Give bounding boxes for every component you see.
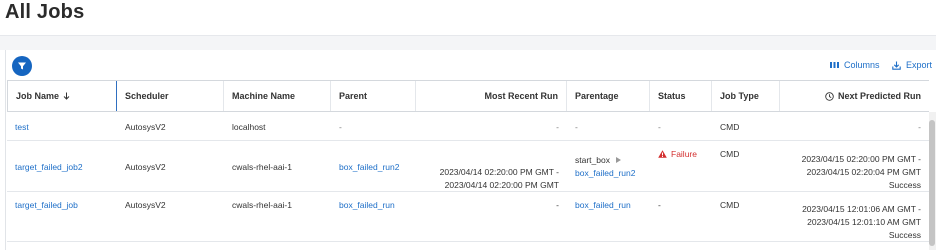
columns-icon <box>830 62 839 68</box>
machine-cell: cwals-rhel-aai-1 <box>232 161 292 172</box>
next-run-start: 2023/04/15 02:20:00 PM GMT - <box>801 154 921 164</box>
recent-run-start: 2023/04/14 02:20:00 PM GMT - <box>439 167 559 177</box>
parentage-cell: - <box>575 121 578 132</box>
next-run-cell: - <box>918 121 921 132</box>
job-type-cell: CMD <box>720 149 740 159</box>
recent-run-cell: 2023/04/14 02:20:00 PM GMT - 2023/04/14 … <box>416 141 567 192</box>
vertical-scrollbar-thumb[interactable] <box>929 120 935 246</box>
header-parent[interactable]: Parent <box>331 81 416 111</box>
status-badge: Failure <box>658 149 697 159</box>
columns-label: Columns <box>844 60 880 70</box>
machine-cell: cwals-rhel-aai-1 <box>232 200 292 210</box>
export-label: Export <box>906 60 933 70</box>
status-cell: - <box>658 200 661 210</box>
arrow-down-icon <box>63 92 70 100</box>
header-job-type[interactable]: Job Type <box>712 81 780 111</box>
status-cell: - <box>658 121 661 132</box>
table-header: Job Name Scheduler Machine Name Parent M… <box>7 80 929 112</box>
parent-cell: - <box>339 121 342 132</box>
header-scheduler[interactable]: Scheduler <box>117 81 224 111</box>
recent-run-cell: - <box>556 121 559 132</box>
parentage-cell: start_box box_failed_run2 <box>567 141 650 192</box>
job-type-cell: CMD <box>720 200 740 210</box>
next-run-cell: 2023/04/15 12:01:06 AM GMT - 2023/04/15 … <box>780 192 929 242</box>
job-name-link[interactable]: target_failed_job <box>7 192 117 218</box>
status-cell: Failure <box>650 141 712 192</box>
export-icon <box>892 61 901 70</box>
play-icon <box>615 157 621 163</box>
table-row[interactable]: test AutosysV2 localhost - - - - CMD - <box>7 112 929 141</box>
header-band <box>0 36 936 50</box>
recent-run-end: 2023/04/14 02:20:00 PM GMT <box>444 180 559 190</box>
next-run-cell: 2023/04/15 02:20:00 PM GMT - 2023/04/15 … <box>780 141 929 192</box>
header-machine-name[interactable]: Machine Name <box>224 81 331 111</box>
parentage-link[interactable]: box_failed_run <box>567 192 650 218</box>
scheduler-cell: AutosysV2 <box>125 161 166 172</box>
parentage-root[interactable]: start_box <box>575 154 621 167</box>
job-type-cell: CMD <box>720 121 740 132</box>
table-row[interactable]: target_failed_job AutosysV2 cwals-rhel-a… <box>7 192 929 242</box>
job-name-link[interactable]: target_failed_job2 <box>7 141 117 192</box>
next-run-end: 2023/04/15 02:20:04 PM GMT <box>806 167 921 177</box>
next-run-status: Success <box>888 180 921 190</box>
machine-cell: localhost <box>232 121 266 132</box>
next-run-start: 2023/04/15 12:01:06 AM GMT - <box>802 204 921 214</box>
header-next-predicted-run[interactable]: Next Predicted Run <box>780 81 929 111</box>
recent-run-cell: - <box>556 200 559 210</box>
page-title: All Jobs <box>5 1 85 23</box>
parent-link[interactable]: box_failed_run2 <box>331 141 416 192</box>
columns-button[interactable]: Columns <box>830 60 880 70</box>
header-status[interactable]: Status <box>650 81 712 111</box>
scheduler-cell: AutosysV2 <box>125 200 166 210</box>
header-most-recent-run[interactable]: Most Recent Run <box>416 81 567 111</box>
header-job-name[interactable]: Job Name <box>7 81 117 111</box>
export-button[interactable]: Export <box>892 60 932 70</box>
header-parentage[interactable]: Parentage <box>567 81 650 111</box>
scheduler-cell: AutosysV2 <box>125 121 166 132</box>
warning-icon <box>658 150 667 158</box>
filter-button[interactable] <box>12 56 32 76</box>
next-run-status: Success <box>888 230 921 240</box>
table-row[interactable]: target_failed_job2 AutosysV2 cwals-rhel-… <box>7 141 929 192</box>
job-name-link[interactable]: test <box>7 112 117 141</box>
clock-icon <box>825 91 834 101</box>
filter-icon <box>18 62 26 70</box>
parent-link[interactable]: box_failed_run <box>331 192 416 218</box>
parentage-link[interactable]: box_failed_run2 <box>575 167 636 180</box>
next-run-end: 2023/04/15 12:01:10 AM GMT <box>807 217 921 227</box>
